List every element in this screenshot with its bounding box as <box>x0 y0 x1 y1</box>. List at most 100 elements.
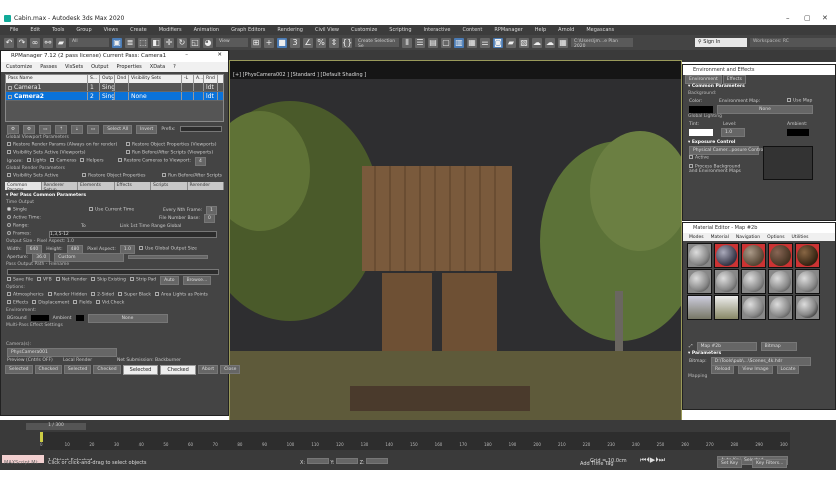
ambient-swatch[interactable] <box>787 128 809 136</box>
sample-slot[interactable] <box>714 295 739 320</box>
viewport[interactable]: [+] [PhysCamera002 ] [Standard ] [Defaul… <box>229 60 682 422</box>
menu-scripting[interactable]: Scripting <box>383 25 417 35</box>
map-name-dropdown[interactable]: Map #2b <box>696 341 757 351</box>
render-run-scripts-checkbox[interactable] <box>162 173 167 178</box>
strip-pad-checkbox[interactable] <box>129 277 134 282</box>
output-path-input[interactable] <box>7 269 219 275</box>
pass-checkbox[interactable] <box>8 85 12 90</box>
move-up-icon[interactable]: ⇡ <box>55 124 68 134</box>
align-icon[interactable]: ☰ <box>415 37 425 48</box>
tint-swatch[interactable] <box>689 128 713 136</box>
menu-arnold[interactable]: Arnold <box>552 25 580 35</box>
render-hidden-checkbox[interactable] <box>47 292 52 297</box>
menu-graph-editors[interactable]: Graph Editors <box>225 25 271 35</box>
rpm-menu-customize[interactable]: Customize <box>6 64 32 70</box>
tab-effects[interactable]: Effects <box>114 182 151 190</box>
run-scripts-checkbox[interactable] <box>126 150 130 155</box>
rpm-menu-output[interactable]: Output <box>91 64 108 70</box>
maximize-button[interactable]: ▢ <box>804 14 811 22</box>
viewport-label[interactable]: [+] [PhysCamera002 ] [Standard ] [Defaul… <box>233 72 366 78</box>
scale-icon[interactable]: ◱ <box>190 37 200 48</box>
menu-help[interactable]: Help <box>529 25 552 35</box>
displacement-checkbox[interactable] <box>32 300 37 305</box>
restore-cams-checkbox[interactable] <box>117 158 122 163</box>
menu-views[interactable]: Views <box>98 25 124 35</box>
locate-button[interactable]: Locate <box>776 364 800 374</box>
menu-customize[interactable]: Customize <box>345 25 383 35</box>
render-restore-obj-checkbox[interactable] <box>82 173 87 178</box>
vfb-checkbox[interactable] <box>37 277 42 282</box>
use-global-checkbox[interactable] <box>139 246 144 251</box>
move-down-icon[interactable]: ⇣ <box>71 124 83 134</box>
frames-input[interactable]: 1,3,5-12 <box>49 230 217 238</box>
col-s[interactable]: S... <box>88 75 100 83</box>
single-radio[interactable] <box>7 207 11 212</box>
unlink-icon[interactable]: ⚯ <box>43 37 53 48</box>
level-spinner[interactable]: 1.0 <box>721 127 745 137</box>
project-path-dropdown[interactable]: C:\Users\jm...e Plan 2020 <box>571 38 633 49</box>
reference-coord-dropdown[interactable]: View <box>216 38 248 47</box>
vis-sets-checkbox[interactable] <box>7 150 11 155</box>
mat-menu-options[interactable]: Options <box>767 235 784 240</box>
spinner-snap-icon[interactable]: ⇕ <box>329 37 339 48</box>
sample-slot[interactable] <box>741 243 766 268</box>
range-radio[interactable] <box>7 223 11 228</box>
skip-existing-checkbox[interactable] <box>91 277 96 282</box>
mat-menu-navigation[interactable]: Navigation <box>736 235 760 240</box>
manipulate-icon[interactable]: + <box>264 37 274 48</box>
tab-environment[interactable]: Environment <box>685 74 722 84</box>
key-filters-button[interactable]: Key Filters... <box>752 459 788 468</box>
time-slider[interactable]: 1 / 300 <box>26 423 86 430</box>
ribbon-icon[interactable]: ▢ <box>441 37 451 48</box>
redo-icon[interactable]: ↷ <box>17 37 27 48</box>
pass-checkbox[interactable] <box>8 94 12 99</box>
close-icon[interactable]: ✕ <box>217 52 222 58</box>
render-icon[interactable]: ▧ <box>519 37 529 48</box>
abort-button[interactable]: Abort <box>197 365 219 374</box>
copy-pass-icon[interactable]: ⚙ <box>23 124 36 134</box>
minimize-button[interactable]: – <box>786 14 790 22</box>
local-checked-button[interactable]: Checked <box>93 365 121 374</box>
super-black-checkbox[interactable] <box>118 292 123 297</box>
curve-editor-icon[interactable]: ▥ <box>454 37 464 48</box>
file-number-spinner[interactable]: 0 <box>203 213 215 223</box>
rpm-menu-passes[interactable]: Passes <box>40 64 57 70</box>
percent-snap-icon[interactable]: % <box>316 37 326 48</box>
sample-slot[interactable] <box>795 269 820 294</box>
delete-pass-icon[interactable]: ▭ <box>39 124 52 134</box>
bground-swatch[interactable] <box>30 315 49 321</box>
aperture-spinner[interactable]: 36.0 <box>32 252 51 262</box>
mat-menu-modes[interactable]: Modes <box>689 235 704 240</box>
sign-in-button[interactable]: ⚲ Sign In <box>695 38 747 47</box>
pick-icon[interactable]: ⤢ <box>689 343 693 349</box>
snaps-toggle-icon[interactable]: 3 <box>290 37 300 48</box>
col-visibility-sets[interactable]: Visibility Sets <box>129 75 182 83</box>
env-map-button[interactable]: None <box>717 104 813 114</box>
render-setup-icon[interactable]: ◙ <box>493 37 503 48</box>
rotate-icon[interactable]: ↻ <box>177 37 187 48</box>
vid-check-checkbox[interactable] <box>95 300 100 305</box>
angle-snap-icon[interactable]: ∠ <box>303 37 313 48</box>
size-preset-dropdown[interactable]: Custom <box>54 252 125 262</box>
add-time-tag-button[interactable]: Add Time Tag <box>580 461 614 467</box>
menu-edit[interactable]: Edit <box>24 25 46 35</box>
sample-slot[interactable] <box>741 295 766 320</box>
mat-menu-utilities[interactable]: Utilities <box>792 235 809 240</box>
menu-megascans[interactable]: Megascans <box>580 25 620 35</box>
menu-file[interactable]: File <box>4 25 24 35</box>
menu-animation[interactable]: Animation <box>188 25 226 35</box>
workspace-dropdown[interactable]: Workspaces: RC <box>750 38 836 47</box>
material-editor-icon[interactable]: ⚌ <box>480 37 490 48</box>
edit-named-selection-icon[interactable]: {} <box>342 37 352 48</box>
exposure-dropdown[interactable]: Physical Camer...posure Control <box>689 145 765 155</box>
local-selected-button[interactable]: Selected <box>63 365 92 374</box>
use-map-checkbox[interactable] <box>787 98 791 103</box>
menu-interactive[interactable]: Interactive <box>418 25 457 35</box>
render-vis-sets-checkbox[interactable] <box>7 173 11 178</box>
invert-button[interactable]: Invert <box>136 124 158 134</box>
menu-rpmanager[interactable]: RPManager <box>488 25 528 35</box>
net-selected-button[interactable]: Selected <box>122 364 159 375</box>
sample-slot[interactable] <box>768 243 793 268</box>
active-time-radio[interactable] <box>7 215 11 220</box>
undo-icon[interactable]: ↶ <box>4 37 14 48</box>
